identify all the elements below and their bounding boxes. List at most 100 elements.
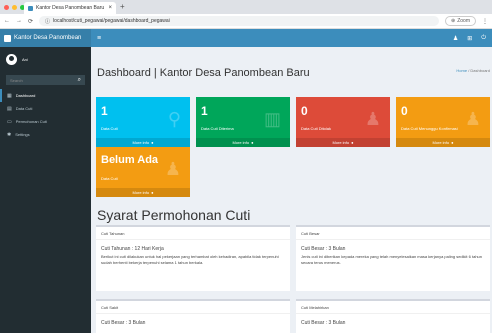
breadcrumb: Home / Dashboard bbox=[456, 68, 490, 73]
card-text: Jenis cuti ini diberikan kepada mereka y… bbox=[301, 254, 482, 265]
sidebar-item-settings[interactable]: ✱ Settings bbox=[0, 128, 91, 141]
browser-menu-icon[interactable]: ⋮ bbox=[482, 18, 488, 25]
more-info-link[interactable]: More info ● bbox=[196, 138, 290, 147]
search-input[interactable]: Search bbox=[10, 78, 23, 83]
more-info-link[interactable]: More info ● bbox=[296, 138, 390, 147]
more-info-label: More info bbox=[132, 190, 150, 195]
reload-icon[interactable]: ⟳ bbox=[28, 18, 33, 25]
avatar bbox=[6, 53, 17, 65]
tab-close-icon[interactable]: × bbox=[108, 5, 112, 11]
url-input[interactable]: ⓘ localhost/cuti_pegawai/pegawai/dashboa… bbox=[39, 16, 440, 26]
arrow-circle-icon: ● bbox=[251, 140, 254, 145]
breadcrumb-home[interactable]: Home bbox=[456, 68, 467, 73]
card-header: Cuti Tahunan bbox=[96, 227, 290, 240]
arrow-circle-icon: ● bbox=[451, 140, 454, 145]
user-panel: Ani bbox=[0, 47, 91, 71]
stat-box-data-cuti: 1 Data Cuti ⚲ More info ● bbox=[96, 97, 190, 147]
breadcrumb-current: Dashboard bbox=[470, 68, 490, 73]
sidebar: Kantor Desa Panombean Ani Search ⌕ ▦ Das… bbox=[0, 29, 91, 333]
list-icon: ▤ bbox=[7, 105, 12, 112]
stat-number: 1 bbox=[101, 104, 108, 118]
card-body: Cuti Besar : 3 Bulan bbox=[96, 314, 290, 333]
bag-icon: ⚲ bbox=[167, 109, 181, 129]
section-title: Syarat Permohonan Cuti bbox=[97, 207, 251, 223]
stat-label: Data Cuti Ditolak bbox=[301, 126, 332, 131]
stat-number: 0 bbox=[401, 104, 408, 118]
logo-icon bbox=[4, 34, 11, 42]
more-info-link[interactable]: More info ● bbox=[96, 138, 190, 147]
card-cuti-besar: Cuti Besar Cuti Besar : 3 Bulan Jenis cu… bbox=[296, 225, 490, 291]
user-icon[interactable]: ♟ bbox=[453, 35, 458, 42]
menu-toggle-icon[interactable]: ≡ bbox=[97, 35, 101, 42]
stat-box-belum-ada: Belum Ada Data Cuti ♟ More info ● bbox=[96, 147, 190, 197]
card-cuti-tahunan: Cuti Tahunan Cuti Tahunan : 12 Hari Kerj… bbox=[96, 225, 290, 291]
arrow-circle-icon: ● bbox=[151, 140, 154, 145]
user-add-icon: ♟ bbox=[364, 109, 381, 129]
zoom-label: Zoom bbox=[457, 18, 470, 24]
main-content: Dashboard | Kantor Desa Panombean Baru H… bbox=[91, 47, 492, 333]
top-navbar: ≡ ♟ ⊞ ⏻ bbox=[91, 29, 492, 47]
more-info-label: More info bbox=[432, 140, 450, 145]
stat-number: 0 bbox=[301, 104, 308, 118]
sidebar-item-label: Settings bbox=[15, 132, 30, 137]
more-info-label: More info bbox=[232, 140, 250, 145]
card-header: Cuti Sakit bbox=[96, 301, 290, 314]
address-bar: ← → ⟳ ⓘ localhost/cuti_pegawai/pegawai/d… bbox=[0, 14, 492, 29]
user-add-icon: ♟ bbox=[164, 159, 181, 179]
stat-label: Data Cuti bbox=[101, 176, 118, 181]
card-header: Cuti Melahirkan bbox=[296, 301, 490, 314]
more-info-label: More info bbox=[332, 140, 350, 145]
user-add-icon: ♟ bbox=[464, 109, 481, 129]
stat-box-menunggu: 0 Data Cuti Menunggu Konfirmasi ♟ More i… bbox=[396, 97, 490, 147]
card-body: Cuti Besar : 3 Bulan Jenis cuti ini dibe… bbox=[296, 240, 490, 272]
sidebar-item-label: Permohonan Cuti bbox=[15, 119, 47, 124]
chart-icon: ▥ bbox=[263, 109, 281, 129]
stat-label: Data Cuti bbox=[101, 126, 118, 131]
stat-number: Belum Ada bbox=[101, 154, 159, 166]
sidebar-search[interactable]: Search ⌕ bbox=[6, 75, 85, 85]
brand-bar[interactable]: Kantor Desa Panombean bbox=[0, 29, 91, 47]
zoom-icon: ⊕ bbox=[451, 18, 456, 24]
url-text: localhost/cuti_pegawai/pegawai/dashboard… bbox=[53, 18, 170, 24]
brand-title: Kantor Desa Panombean bbox=[14, 35, 82, 41]
card-header: Cuti Besar bbox=[296, 227, 490, 240]
more-info-label: More info bbox=[132, 140, 150, 145]
arrow-circle-icon: ● bbox=[351, 140, 354, 145]
close-window-icon[interactable] bbox=[4, 4, 9, 10]
user-name: Ani bbox=[22, 56, 28, 62]
card-body: Cuti Tahunan : 12 Hari Kerja Berikut ini… bbox=[96, 240, 290, 272]
stat-label: Data Cuti Menunggu Konfirmasi bbox=[401, 126, 458, 131]
sidebar-item-dashboard[interactable]: ▦ Dashboard bbox=[0, 89, 91, 102]
tab-title: Kantor Desa Panombean Baru bbox=[36, 5, 105, 11]
sidebar-item-label: Data Cuti bbox=[15, 106, 33, 111]
sidebar-item-permohonan-cuti[interactable]: ▭ Permohonan Cuti bbox=[0, 115, 91, 128]
file-icon: ▭ bbox=[7, 118, 12, 125]
card-body: Cuti Besar : 3 Bulan bbox=[296, 314, 490, 333]
forward-icon[interactable]: → bbox=[16, 18, 22, 24]
minimize-window-icon[interactable] bbox=[12, 4, 17, 10]
card-title: Cuti Besar : 3 Bulan bbox=[101, 320, 146, 326]
gear-icon: ✱ bbox=[7, 131, 12, 138]
stat-number: 1 bbox=[201, 104, 208, 118]
dashboard-icon: ▦ bbox=[7, 92, 12, 99]
zoom-button[interactable]: ⊕ Zoom bbox=[445, 16, 476, 26]
more-info-link[interactable]: More info ● bbox=[96, 188, 190, 197]
card-text: Berikut ini cuti dilakukan untuk hal pek… bbox=[101, 254, 279, 265]
card-title: Cuti Tahunan : 12 Hari Kerja bbox=[101, 246, 164, 252]
card-title: Cuti Besar : 3 Bulan bbox=[301, 320, 346, 326]
power-icon[interactable]: ⏻ bbox=[481, 35, 486, 42]
browser-tab[interactable]: Kantor Desa Panombean Baru × bbox=[24, 2, 116, 14]
new-tab-button[interactable]: + bbox=[120, 2, 125, 11]
stat-label: Data Cuti Diterima bbox=[201, 126, 234, 131]
sidebar-item-data-cuti[interactable]: ▤ Data Cuti bbox=[0, 102, 91, 115]
back-icon[interactable]: ← bbox=[4, 18, 10, 24]
stat-box-ditolak: 0 Data Cuti Ditolak ♟ More info ● bbox=[296, 97, 390, 147]
more-info-link[interactable]: More info ● bbox=[396, 138, 490, 147]
grid-icon[interactable]: ⊞ bbox=[467, 35, 472, 42]
stat-box-diterima: 1 Data Cuti Diterima ▥ More info ● bbox=[196, 97, 290, 147]
card-cuti-sakit: Cuti Sakit Cuti Besar : 3 Bulan bbox=[96, 299, 290, 333]
search-icon[interactable]: ⌕ bbox=[78, 77, 81, 84]
arrow-circle-icon: ● bbox=[151, 190, 154, 195]
card-cuti-melahirkan: Cuti Melahirkan Cuti Besar : 3 Bulan bbox=[296, 299, 490, 333]
sidebar-item-label: Dashboard bbox=[15, 93, 36, 98]
